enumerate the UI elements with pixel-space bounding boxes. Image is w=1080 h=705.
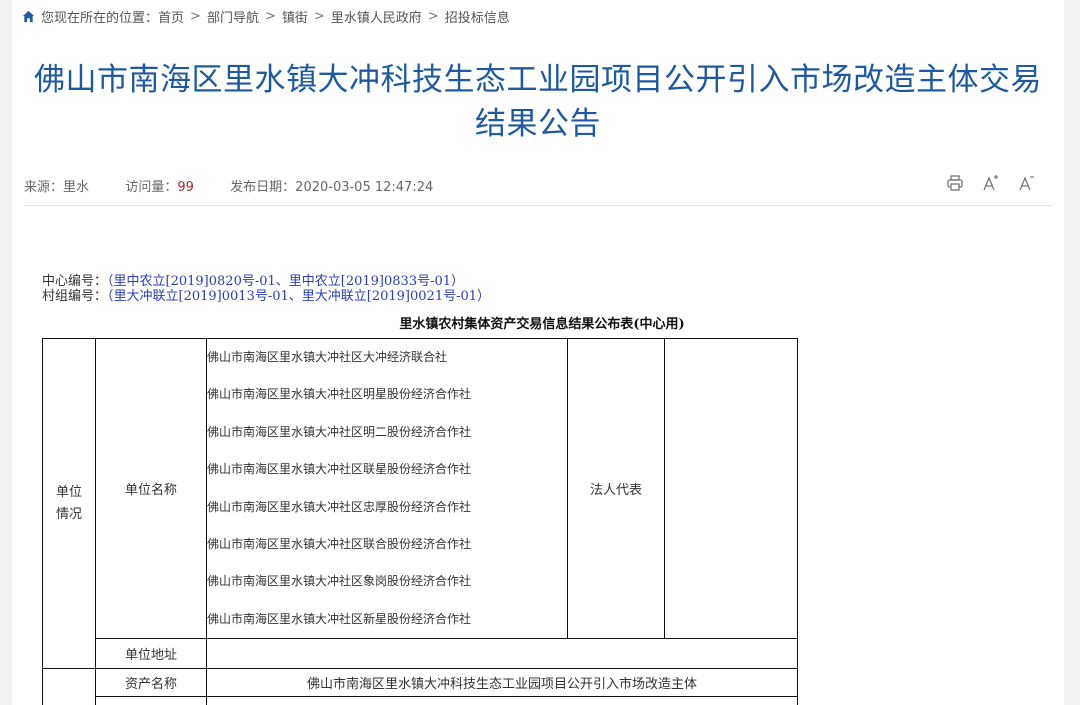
visits-count: 99 [177, 180, 194, 195]
breadcrumb: 您现在所在的位置： 首页 > 部门导航 > 镇街 > 里水镇人民政府 > 招投标… [22, 7, 510, 26]
font-decrease-icon[interactable] [1018, 174, 1036, 192]
article-title-line2: 结果公告 [475, 106, 601, 142]
asset-section-cell [42, 668, 96, 705]
breadcrumb-separator: > [190, 8, 201, 24]
article-title-line1: 佛山市南海区里水镇大冲科技生态工业园项目公开引入市场改造主体交易 [34, 62, 1042, 98]
article-tools [946, 174, 1036, 192]
breadcrumb-separator: > [427, 8, 439, 24]
asset-name-value: 佛山市南海区里水镇大冲科技生态工业园项目公开引入市场改造主体 [206, 668, 798, 698]
list-item: 佛山市南海区里水镇大冲社区明星股份经济合作社 [207, 387, 472, 402]
unit-address-label: 单位地址 [95, 638, 207, 670]
article-title: 佛山市南海区里水镇大冲科技生态工业园项目公开引入市场改造主体交易 结果公告 [12, 58, 1064, 146]
date-label: 发布日期： [230, 180, 296, 195]
table-row [206, 696, 798, 705]
unit-names-cell: 佛山市南海区里水镇大冲社区大冲经济联合社 佛山市南海区里水镇大冲社区明星股份经济… [206, 337, 568, 640]
list-item: 佛山市南海区里水镇大冲社区新星股份经济合作社 [207, 611, 472, 626]
legal-rep-label: 法人代表 [567, 337, 665, 640]
list-item: 佛山市南海区里水镇大冲社区忠厚股份经济合作社 [207, 499, 472, 514]
unit-name-list: 佛山市南海区里水镇大冲社区大冲经济联合社 佛山市南海区里水镇大冲社区明星股份经济… [207, 339, 567, 638]
unit-name-label: 单位名称 [95, 337, 207, 640]
list-item: 佛山市南海区里水镇大冲社区大冲经济联合社 [207, 350, 448, 364]
date-value: 2020-03-05 12:47:24 [295, 180, 434, 195]
source-label: 来源： [24, 180, 64, 195]
breadcrumb-towns[interactable]: 镇街 [282, 7, 308, 26]
result-table: 单位 情况 单位名称 佛山市南海区里水镇大冲社区大冲经济联合社 佛山市南海区里水… [42, 337, 798, 705]
village-code-value: 里大冲联立[2019]0013号-01、里大冲联立[2019]0021号-01 [113, 289, 478, 304]
meta-divider [24, 205, 1052, 206]
unit-section-line1: 单位 [55, 484, 82, 500]
unit-section-line2: 情况 [55, 506, 82, 522]
breadcrumb-prefix: 您现在所在的位置： [41, 10, 159, 26]
list-item: 佛山市南海区里水镇大冲社区明二股份经济合作社 [207, 424, 472, 439]
unit-section-cell: 单位 情况 [42, 337, 96, 670]
table-row [95, 696, 207, 705]
visits-label: 访问量： [125, 180, 178, 195]
font-increase-icon[interactable] [982, 174, 1000, 192]
printer-icon[interactable] [946, 174, 964, 192]
village-code-line: 村组编号：（里大冲联立[2019]0013号-01、里大冲联立[2019]002… [42, 289, 491, 304]
article-meta: 来源：里水 访问量：99 发布日期：2020-03-05 12:47:24 [24, 176, 433, 195]
list-item: 佛山市南海区里水镇大冲社区联合股份经济合作社 [207, 536, 472, 551]
article-page: 您现在所在的位置： 首页 > 部门导航 > 镇街 > 里水镇人民政府 > 招投标… [12, 0, 1064, 705]
list-item: 佛山市南海区里水镇大冲社区联星股份经济合作社 [207, 462, 472, 477]
breadcrumb-department-nav[interactable]: 部门导航 [207, 7, 259, 26]
breadcrumb-separator: > [264, 8, 276, 24]
breadcrumb-home[interactable]: 首页 [158, 7, 184, 26]
breadcrumb-bidding-info[interactable]: 招投标信息 [445, 7, 510, 26]
list-item: 佛山市南海区里水镇大冲社区象岗股份经济合作社 [207, 574, 472, 589]
village-code-label: 村组编号： [42, 289, 108, 304]
unit-address-value [206, 638, 798, 670]
asset-name-label: 资产名称 [95, 668, 207, 698]
breadcrumb-town-government[interactable]: 里水镇人民政府 [331, 7, 422, 26]
source-value: 里水 [63, 180, 90, 195]
breadcrumb-separator: > [313, 8, 325, 24]
home-icon [22, 10, 35, 22]
table-title: 里水镇农村集体资产交易信息结果公布表(中心用) [399, 317, 685, 332]
legal-rep-value [664, 337, 798, 640]
